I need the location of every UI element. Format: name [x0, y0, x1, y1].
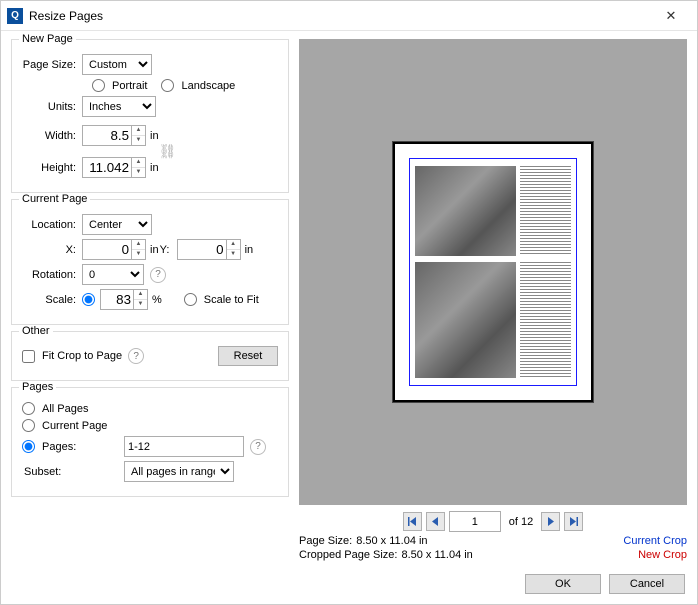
y-spinner[interactable]: ▲▼ — [177, 239, 241, 260]
scale-custom-radio[interactable] — [82, 293, 98, 306]
y-up[interactable]: ▲ — [227, 240, 240, 250]
width-label: Width: — [22, 130, 82, 142]
new-crop-legend: New Crop — [638, 549, 687, 561]
pages-range-radio[interactable]: Pages: — [22, 440, 102, 453]
x-spinner[interactable]: ▲▼ — [82, 239, 146, 260]
units-label: Units: — [22, 101, 82, 113]
group-current-page: Current Page Location: Center X: ▲▼ in Y… — [11, 199, 289, 325]
rotation-help-icon[interactable]: ? — [150, 267, 166, 283]
width-spinner[interactable]: ▲▼ — [82, 125, 146, 146]
units-select[interactable]: Inches — [82, 96, 156, 117]
height-down[interactable]: ▼ — [132, 168, 145, 178]
orientation-portrait[interactable]: Portrait — [92, 79, 147, 92]
height-input[interactable] — [83, 158, 131, 177]
legend-pages: Pages — [19, 381, 56, 393]
x-up[interactable]: ▲ — [132, 240, 145, 250]
scale-to-fit-radio[interactable]: Scale to Fit — [184, 293, 259, 306]
orientation-landscape[interactable]: Landscape — [161, 79, 235, 92]
height-label: Height: — [22, 162, 82, 174]
rotation-label: Rotation: — [22, 269, 82, 281]
legend-current-page: Current Page — [19, 193, 90, 205]
preview-frame — [299, 39, 687, 505]
prev-page-button[interactable] — [426, 512, 445, 531]
preview-page — [393, 142, 593, 402]
last-page-button[interactable] — [564, 512, 583, 531]
height-unit: in — [146, 162, 159, 174]
preview-image-icon — [415, 166, 516, 256]
width-input[interactable] — [83, 126, 131, 145]
cancel-button[interactable]: Cancel — [609, 574, 685, 594]
group-other: Other Fit Crop to Page ? Reset — [11, 331, 289, 381]
scale-up[interactable]: ▲ — [134, 290, 147, 300]
y-label: Y: — [159, 244, 177, 256]
next-page-button[interactable] — [541, 512, 560, 531]
fit-crop-help-icon[interactable]: ? — [128, 348, 144, 364]
settings-column: New Page Page Size: Custom Portrait Land… — [11, 39, 289, 562]
width-unit: in — [146, 130, 159, 142]
current-crop-legend: Current Crop — [623, 535, 687, 547]
page-size-label: Page Size: — [22, 59, 82, 71]
x-input[interactable] — [83, 240, 131, 259]
y-unit: in — [241, 244, 254, 256]
preview-column: of 12 Page Size: 8.50 x 11.04 in Current… — [299, 39, 687, 562]
preview-text-icon — [520, 262, 571, 378]
current-page-radio[interactable]: Current Page — [22, 419, 107, 432]
group-pages: Pages All Pages Current Page — [11, 387, 289, 497]
dialog-body: New Page Page Size: Custom Portrait Land… — [1, 31, 697, 566]
scale-down[interactable]: ▼ — [134, 300, 147, 310]
reset-button[interactable]: Reset — [218, 346, 278, 366]
preview-pager: of 12 — [299, 505, 687, 534]
y-down[interactable]: ▼ — [227, 250, 240, 260]
window-title: Resize Pages — [29, 9, 651, 23]
location-select[interactable]: Center — [82, 214, 152, 235]
height-spinner[interactable]: ▲▼ — [82, 157, 146, 178]
page-number-input[interactable] — [449, 511, 501, 532]
legend-new-page: New Page — [19, 33, 76, 45]
rotation-select[interactable]: 0 — [82, 264, 144, 285]
pages-help-icon[interactable]: ? — [250, 439, 266, 455]
close-button[interactable]: ✕ — [651, 8, 691, 24]
dialog-footer: OK Cancel — [1, 566, 697, 604]
landscape-radio[interactable] — [161, 79, 174, 92]
scale-input[interactable] — [101, 290, 133, 309]
width-down[interactable]: ▼ — [132, 136, 145, 146]
width-up[interactable]: ▲ — [132, 126, 145, 136]
preview-image-icon — [415, 262, 516, 378]
first-page-button[interactable] — [403, 512, 422, 531]
y-input[interactable] — [178, 240, 226, 259]
resize-pages-dialog: Q Resize Pages ✕ New Page Page Size: Cus… — [0, 0, 698, 605]
location-label: Location: — [22, 219, 82, 231]
preview-page-content — [415, 166, 571, 378]
x-unit: in — [146, 244, 159, 256]
link-dimensions-icon[interactable]: ⛓ — [159, 135, 177, 169]
info-cropped-page-size: Cropped Page Size: 8.50 x 11.04 in New C… — [299, 548, 687, 562]
scale-label: Scale: — [22, 294, 82, 306]
fit-crop-checkbox[interactable]: Fit Crop to Page — [22, 350, 122, 363]
height-up[interactable]: ▲ — [132, 158, 145, 168]
page-size-select[interactable]: Custom — [82, 54, 152, 75]
ok-button[interactable]: OK — [525, 574, 601, 594]
legend-other: Other — [19, 325, 53, 337]
app-icon: Q — [7, 8, 23, 24]
x-label: X: — [22, 244, 82, 256]
subset-select[interactable]: All pages in range — [124, 461, 234, 482]
info-page-size: Page Size: 8.50 x 11.04 in Current Crop — [299, 534, 687, 548]
all-pages-radio[interactable]: All Pages — [22, 402, 88, 415]
pages-range-input[interactable] — [124, 436, 244, 457]
scale-spinner[interactable]: ▲▼ — [100, 289, 148, 310]
page-total: of 12 — [505, 516, 537, 528]
preview-text-icon — [520, 166, 571, 256]
group-new-page: New Page Page Size: Custom Portrait Land… — [11, 39, 289, 193]
subset-label: Subset: — [22, 466, 82, 478]
portrait-radio[interactable] — [92, 79, 105, 92]
titlebar: Q Resize Pages ✕ — [1, 1, 697, 31]
scale-unit: % — [148, 294, 162, 306]
x-down[interactable]: ▼ — [132, 250, 145, 260]
